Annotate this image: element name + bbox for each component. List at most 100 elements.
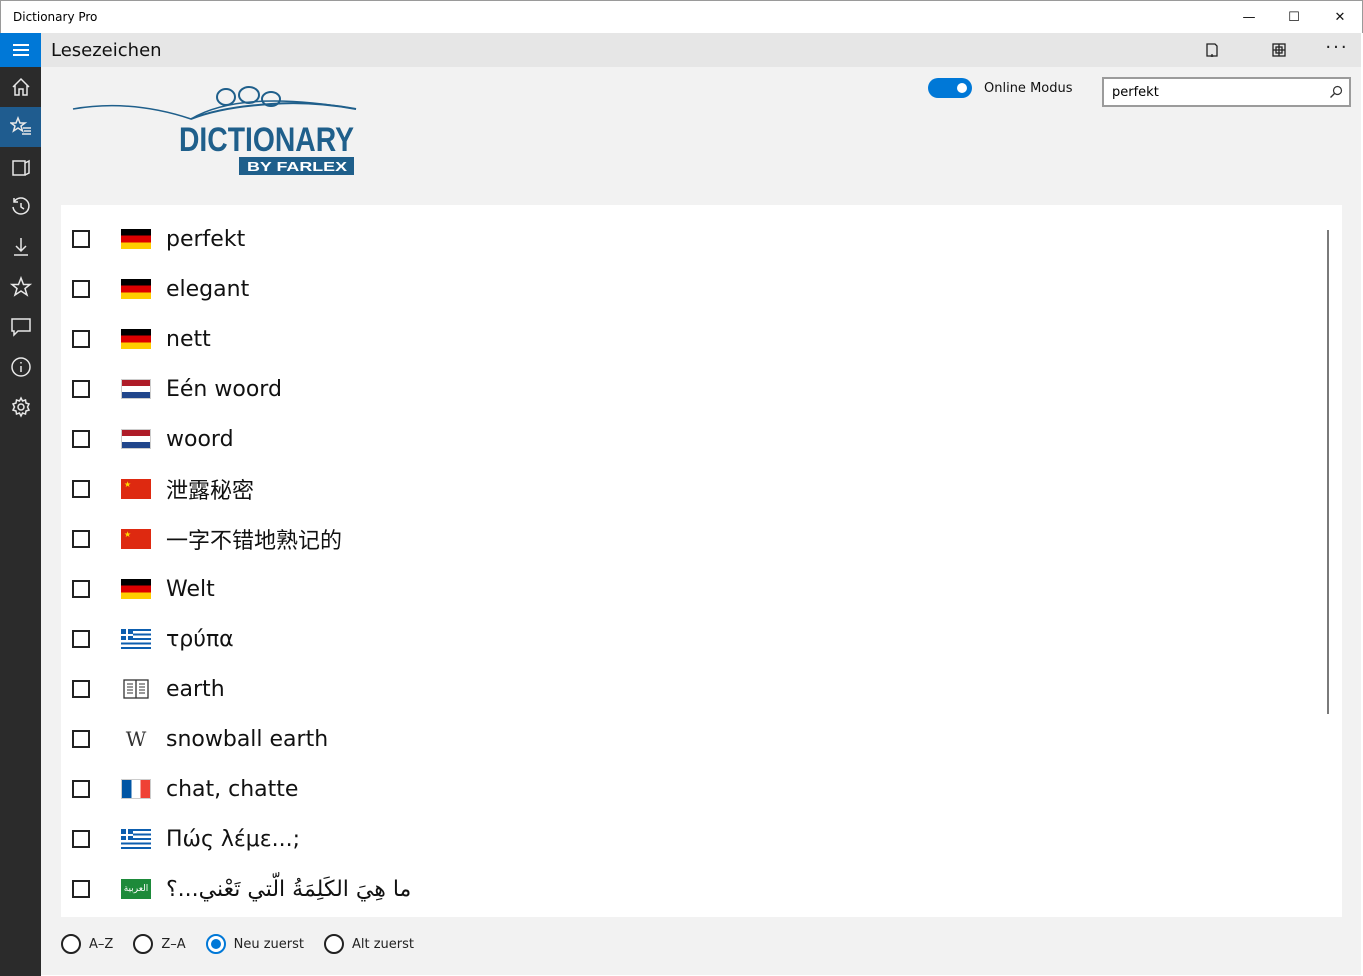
radio-button[interactable]	[133, 934, 154, 954]
bookmark-checkbox[interactable]	[72, 830, 90, 848]
bookmark-checkbox[interactable]	[72, 480, 90, 498]
list-item[interactable]: perfekt	[61, 214, 1321, 264]
list-item[interactable]: العربية ما هِيَ الكَلِمَةُ الّتي تَعْني..…	[61, 864, 1321, 914]
flag-de-icon	[121, 329, 151, 349]
sidebar-item-home[interactable]	[0, 67, 41, 107]
bookmark-word: nett	[166, 326, 211, 352]
list-item[interactable]: Eén woord	[61, 364, 1321, 414]
sort-option-label: Alt zuerst	[352, 936, 415, 952]
radio-button[interactable]	[324, 934, 344, 954]
bookmark-checkbox[interactable]	[72, 630, 90, 648]
radio-button[interactable]	[61, 934, 81, 954]
bookmark-checkbox[interactable]	[72, 680, 90, 698]
list-item[interactable]: 泄露秘密	[61, 464, 1321, 514]
sidebar-item-favorites[interactable]	[0, 267, 41, 307]
more-options-button[interactable]: ···	[1324, 35, 1350, 59]
sidebar-item-flashcards[interactable]	[0, 147, 41, 187]
flag-gr-icon	[121, 829, 151, 849]
select-button[interactable]	[1199, 38, 1225, 62]
sort-option-label: Neu zuerst	[233, 936, 304, 952]
bookmark-word: Πώς λέμε...;	[166, 826, 301, 852]
bookmark-word: perfekt	[166, 226, 246, 252]
sidebar-item-feedback[interactable]	[0, 307, 41, 347]
list-item[interactable]: 一字不错地熟记的	[61, 514, 1321, 564]
maximize-button[interactable]: ☐	[1271, 1, 1317, 34]
select-all-button[interactable]	[1266, 38, 1292, 62]
logo-main-text: DICTIONARY	[179, 121, 354, 159]
bookmarks-list: perfekt elegant nett Eén woord woord 泄露秘密一字不错…	[61, 205, 1342, 917]
list-item[interactable]: Wsnowball earth	[61, 714, 1321, 764]
sort-option-label: Z–A	[161, 936, 186, 952]
bookmark-checkbox[interactable]	[72, 280, 90, 298]
sidebar-item-bookmarks[interactable]	[0, 107, 41, 147]
sidebar-item-settings[interactable]	[0, 387, 41, 427]
flag-book-icon	[121, 679, 151, 699]
page-title: Lesezeichen	[51, 40, 162, 61]
sort-option[interactable]: Alt zuerst	[324, 934, 414, 954]
bookmark-checkbox[interactable]	[72, 530, 90, 548]
hamburger-icon	[12, 44, 29, 46]
info-icon	[10, 357, 31, 377]
flag-fr-icon	[121, 779, 151, 799]
flag-nl-icon	[121, 379, 151, 399]
bookmark-checkbox[interactable]	[72, 230, 90, 248]
search-input[interactable]	[1112, 83, 1312, 101]
list-item[interactable]: Welt	[61, 564, 1321, 614]
sidebar-item-info[interactable]	[0, 347, 41, 387]
main-content: DICTIONARY BY FARLEX Online Modus perfek…	[41, 67, 1361, 975]
search-icon[interactable]	[1329, 85, 1343, 99]
online-mode-label: Online Modus	[984, 80, 1073, 96]
flag-gr-icon	[121, 629, 151, 649]
page-header: Lesezeichen ···	[41, 33, 1361, 67]
bookmark-checkbox[interactable]	[72, 430, 90, 448]
sort-option[interactable]: Z–A	[133, 934, 186, 954]
dictionary-logo: DICTIONARY BY FARLEX	[72, 86, 357, 175]
settings-icon	[11, 396, 30, 418]
bookmark-checkbox[interactable]	[72, 880, 90, 898]
minimize-button[interactable]: —	[1226, 1, 1272, 34]
sort-options: A–Z Z–A Neu zuerst Alt zuerst	[61, 932, 434, 956]
sort-option[interactable]: Neu zuerst	[205, 934, 304, 954]
window-title: Dictionary Pro	[13, 10, 98, 24]
list-item[interactable]: Πώς λέμε...;	[61, 814, 1321, 864]
home-icon	[11, 77, 30, 96]
bookmark-word: 一字不错地熟记的	[166, 529, 343, 554]
sidebar	[0, 33, 41, 976]
sidebar-item-history[interactable]	[0, 187, 41, 227]
search-box	[1102, 77, 1351, 107]
download-icon	[13, 238, 28, 256]
hamburger-menu-button[interactable]	[0, 33, 41, 67]
list-item[interactable]: chat, chatte	[61, 764, 1321, 814]
flag-ar-icon: العربية	[121, 879, 151, 899]
flag-cn-icon	[121, 529, 151, 549]
close-button[interactable]: ✕	[1317, 1, 1363, 34]
sort-option[interactable]: A–Z	[61, 934, 113, 954]
bookmark-checkbox[interactable]	[72, 780, 90, 798]
list-item[interactable]: nett	[61, 314, 1321, 364]
bookmark-word: snowball earth	[166, 726, 329, 752]
sidebar-item-downloads[interactable]	[0, 227, 41, 267]
flag-de-icon	[121, 279, 151, 299]
flag-de-icon	[121, 579, 151, 599]
bookmark-word: 泄露秘密	[166, 479, 255, 504]
flag-de-icon	[121, 229, 151, 249]
bookmark-checkbox[interactable]	[72, 330, 90, 348]
list-scrollbar[interactable]	[1327, 230, 1329, 714]
bookmark-checkbox[interactable]	[72, 580, 90, 598]
flag-cn-icon	[121, 479, 151, 499]
select-icon	[1206, 43, 1218, 57]
list-item[interactable]: woord	[61, 414, 1321, 464]
bookmark-word: chat, chatte	[166, 776, 299, 802]
list-item[interactable]: τρύπα	[61, 614, 1321, 664]
online-mode-toggle-group: Online Modus	[928, 78, 1073, 98]
radio-button[interactable]	[205, 934, 226, 954]
bookmark-word: Eén woord	[166, 376, 282, 402]
star-icon	[9, 276, 32, 297]
flag-wiki-icon: W	[125, 729, 147, 749]
bookmark-checkbox[interactable]	[72, 380, 90, 398]
list-item[interactable]: elegant	[61, 264, 1321, 314]
online-mode-toggle[interactable]	[928, 78, 972, 98]
list-item[interactable]: earth	[61, 664, 1321, 714]
bookmark-word: earth	[166, 676, 225, 702]
bookmark-checkbox[interactable]	[72, 730, 90, 748]
